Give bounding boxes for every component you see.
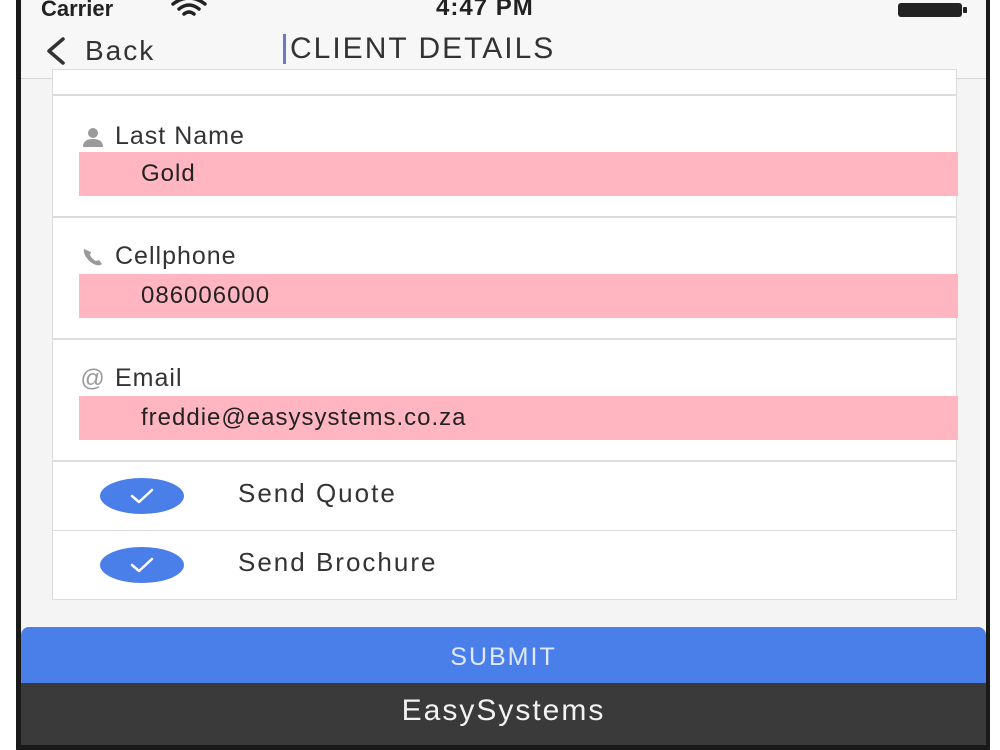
email-label-text: Email — [115, 364, 183, 392]
cellphone-card: Cellphone — [52, 217, 958, 339]
send-brochure-label: Send Brochure — [238, 547, 438, 577]
send-quote-label: Send Quote — [238, 478, 397, 508]
submit-button[interactable]: SUBMIT — [21, 627, 986, 683]
back-button[interactable]: Back — [43, 32, 155, 70]
cellphone-label: Cellphone — [79, 242, 237, 271]
email-card: @ Email — [52, 339, 958, 461]
last-name-label: Last Name — [79, 122, 245, 151]
form-content: Last Name Cellphone — [21, 69, 986, 627]
phone-icon — [79, 245, 107, 269]
send-quote-checkbox[interactable] — [100, 478, 184, 514]
checkmark-icon — [130, 488, 154, 504]
send-brochure-checkbox[interactable] — [100, 547, 184, 583]
wifi-icon — [171, 0, 207, 16]
device-bezel-bottom — [16, 745, 990, 750]
last-name-card: Last Name — [52, 95, 958, 217]
text-cursor — [283, 34, 286, 64]
clock: 4:47 PM — [436, 0, 534, 21]
page-title-text: CLIENT DETAILS — [290, 32, 556, 65]
at-icon: @ — [80, 364, 106, 392]
checkmark-icon — [130, 557, 154, 573]
battery-icon — [898, 3, 967, 17]
device-frame: Carrier 4:47 PM Back CLIENT DETAILS Last… — [0, 0, 1000, 750]
back-label: Back — [85, 35, 156, 66]
send-brochure-option[interactable]: Send Brochure — [52, 530, 957, 600]
app-screen: Carrier 4:47 PM Back CLIENT DETAILS Last… — [21, 0, 986, 745]
last-name-input[interactable] — [79, 152, 958, 196]
email-input[interactable] — [79, 396, 958, 440]
status-bar: Carrier 4:47 PM — [21, 0, 986, 22]
person-icon — [79, 125, 107, 149]
cellphone-label-text: Cellphone — [115, 242, 237, 270]
device-bezel-right — [986, 0, 990, 750]
page-title: CLIENT DETAILS — [283, 32, 555, 66]
last-name-label-text: Last Name — [115, 122, 245, 150]
send-quote-option[interactable]: Send Quote — [52, 461, 957, 531]
email-label: @ Email — [79, 364, 183, 393]
footer-brand: EasySystems — [21, 683, 986, 745]
carrier-label: Carrier — [41, 0, 114, 21]
chevron-left-icon — [47, 37, 65, 65]
form-card-previous — [52, 69, 957, 95]
cellphone-input[interactable] — [79, 274, 958, 318]
